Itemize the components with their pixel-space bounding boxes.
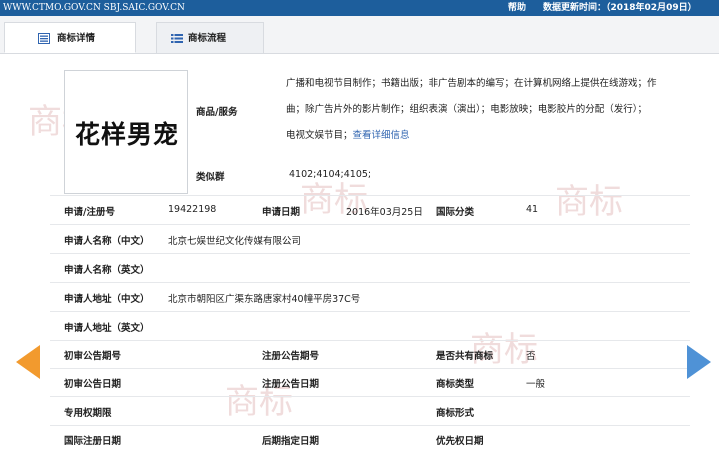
app-date-label: 申请日期 <box>262 207 301 218</box>
prelim-pub-no-label: 初审公告期号 <box>64 351 122 362</box>
priority-date-label: 优先权日期 <box>436 436 484 447</box>
watermark: 商标 <box>470 330 538 370</box>
trademark-detail-panel: 商标 商标 商标 商标 商标 花样男宠 商品/服务 广播和电视节目制作；书籍出版… <box>0 54 719 461</box>
site-url: WWW.CTMO.GOV.CN SBJ.SAIC.GOV.CN <box>3 3 185 13</box>
applicant-cn-label: 申请人名称（中文） <box>64 236 150 247</box>
similar-group-label: 类似群 <box>196 172 225 183</box>
tab-strip: 商标详情 商标流程 <box>0 16 719 54</box>
exclusive-period-label: 专用权期限 <box>64 408 112 419</box>
goods-line: 广播和电视节目制作；书籍出版；非广告剧本的编写；在计算机网络上提供在线游戏；作 <box>286 78 657 89</box>
row-divider <box>50 311 690 312</box>
tab-label: 商标流程 <box>188 33 227 44</box>
help-link[interactable]: 帮助 <box>508 0 526 16</box>
mark-type-value: 一般 <box>526 379 546 390</box>
intl-reg-date-label: 国际注册日期 <box>64 436 122 447</box>
flow-list-icon <box>171 34 183 43</box>
intl-class-label: 国际分类 <box>436 207 475 218</box>
tab-trademark-detail[interactable]: 商标详情 <box>4 22 136 53</box>
view-details-link[interactable]: 查看详细信息 <box>353 130 410 141</box>
detail-list-icon <box>38 33 50 44</box>
reg-no-label: 申请/注册号 <box>64 207 115 218</box>
goods-services-label: 商品/服务 <box>196 107 238 118</box>
row-divider <box>50 340 690 341</box>
intl-class-value: 41 <box>526 204 539 215</box>
applicant-en-label: 申请人名称（英文） <box>64 265 150 276</box>
prelim-pub-date-label: 初审公告日期 <box>64 379 122 390</box>
goods-line: 曲；除广告片外的影片制作；组织表演（演出）；电影放映；电影胶片的分配（发行）； <box>286 104 648 115</box>
shared-mark-label: 是否共有商标 <box>436 351 494 362</box>
row-divider <box>50 282 690 283</box>
trademark-image: 花样男宠 <box>64 70 188 194</box>
row-divider <box>50 425 690 426</box>
goods-services-text: 广播和电视节目制作；书籍出版；非广告剧本的编写；在计算机网络上提供在线游戏；作 … <box>286 71 670 149</box>
mark-type-label: 商标类型 <box>436 379 475 390</box>
reg-pub-date-label: 注册公告日期 <box>262 379 320 390</box>
app-date-value: 2016年03月25日 <box>346 207 423 218</box>
address-cn-label: 申请人地址（中文） <box>64 294 150 305</box>
row-divider <box>50 195 690 196</box>
later-designation-date-label: 后期指定日期 <box>262 436 320 447</box>
reg-pub-no-label: 注册公告期号 <box>262 351 320 362</box>
tab-trademark-flow[interactable]: 商标流程 <box>156 22 264 53</box>
mark-form-label: 商标形式 <box>436 408 475 419</box>
top-bar: WWW.CTMO.GOV.CN SBJ.SAIC.GOV.CN 帮助 数据更新时… <box>0 0 719 16</box>
similar-group-value: 4102;4104;4105; <box>289 169 372 180</box>
row-divider <box>50 253 690 254</box>
address-cn-value: 北京市朝阳区广渠东路唐家村40幢平房37C号 <box>168 294 361 305</box>
goods-line: 电视文娱节目；查看详细信息 <box>286 130 410 141</box>
row-divider <box>50 224 690 225</box>
update-time: 数据更新时间：（2018年02月09日） <box>543 3 697 13</box>
reg-no-value: 19422198 <box>168 204 217 215</box>
address-en-label: 申请人地址（英文） <box>64 323 150 334</box>
shared-mark-value: 否 <box>526 351 536 362</box>
row-divider <box>50 396 690 397</box>
tab-label: 商标详情 <box>57 33 96 44</box>
trademark-mark-text: 花样男宠 <box>74 120 179 149</box>
applicant-cn-value: 北京七娱世纪文化传媒有限公司 <box>168 236 302 247</box>
prev-arrow-icon[interactable] <box>16 345 40 379</box>
next-arrow-icon[interactable] <box>687 345 711 379</box>
row-divider <box>50 368 690 369</box>
watermark: 商标 <box>555 182 623 222</box>
